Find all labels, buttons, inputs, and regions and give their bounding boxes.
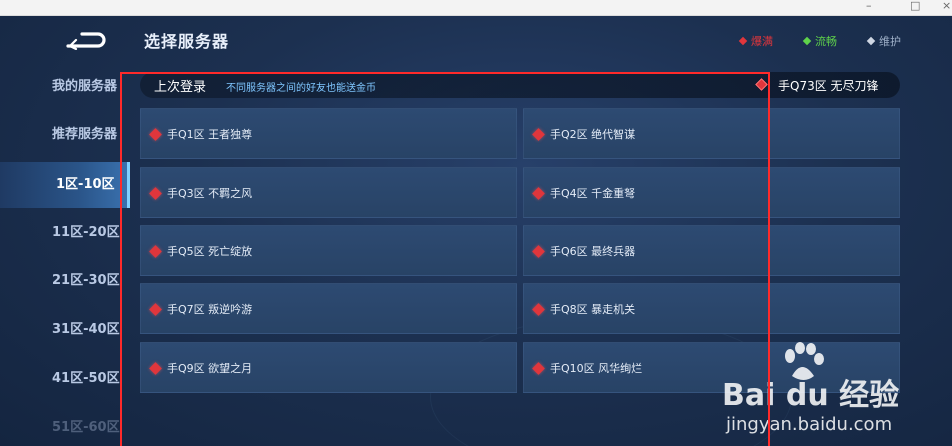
zone-sidebar: 我的服务器 推荐服务器 1区-10区 11区-20区 21区-30区 31区-4… bbox=[0, 16, 130, 446]
sidebar-item-recommended[interactable]: 推荐服务器 bbox=[0, 112, 130, 158]
server-select-screen: 我的服务器 推荐服务器 1区-10区 11区-20区 21区-30区 31区-4… bbox=[0, 16, 952, 446]
highlight-box bbox=[120, 72, 770, 446]
legend-smooth-label: 流畅 bbox=[815, 35, 837, 48]
back-arrow-icon[interactable] bbox=[64, 30, 106, 50]
smooth-status-icon bbox=[802, 36, 812, 46]
legend-full-label: 爆满 bbox=[751, 35, 773, 48]
sidebar-item-zone-31-40[interactable]: 31区-40区 bbox=[0, 307, 130, 353]
sidebar-item-zone-11-20[interactable]: 11区-20区 bbox=[0, 210, 130, 256]
full-status-icon bbox=[738, 36, 748, 46]
minimize-button[interactable]: – bbox=[866, 0, 872, 12]
maximize-button[interactable]: □ bbox=[910, 0, 920, 12]
legend-maintenance: 维护 bbox=[866, 33, 901, 49]
legend-maintenance-label: 维护 bbox=[879, 35, 901, 48]
sidebar-item-zone-1-10[interactable]: 1区-10区 bbox=[0, 162, 130, 208]
close-button[interactable]: × bbox=[942, 0, 951, 12]
sidebar-item-zone-41-50[interactable]: 41区-50区 bbox=[0, 356, 130, 402]
window-titlebar: – □ × bbox=[0, 0, 952, 16]
sidebar-item-zone-21-30[interactable]: 21区-30区 bbox=[0, 258, 130, 304]
last-login-server[interactable]: 手Q73区 无尽刀锋 bbox=[778, 77, 879, 94]
legend-smooth: 流畅 bbox=[802, 33, 837, 49]
sidebar-item-zone-51-60[interactable]: 51区-60区 bbox=[0, 405, 130, 446]
legend-full: 爆满 bbox=[738, 33, 773, 49]
maintenance-status-icon bbox=[866, 36, 876, 46]
page-title: 选择服务器 bbox=[144, 32, 230, 51]
sidebar-item-my-servers[interactable]: 我的服务器 bbox=[0, 64, 130, 110]
